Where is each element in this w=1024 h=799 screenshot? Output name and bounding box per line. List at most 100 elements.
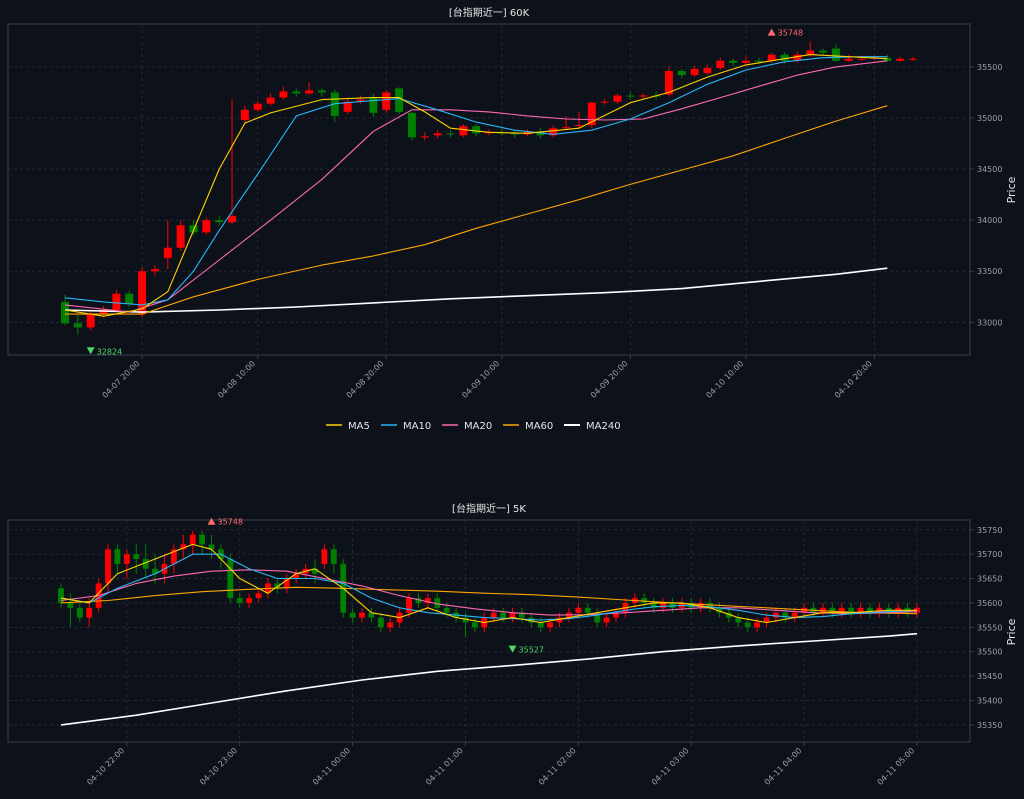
candle-body-5k	[359, 612, 365, 618]
candle-body-60k	[716, 60, 725, 68]
y-axis-label-60k: Price	[1005, 176, 1018, 203]
candle-60k	[86, 310, 95, 331]
candle-5k	[123, 549, 130, 579]
candle-body-60k	[150, 269, 159, 272]
candle-60k	[202, 218, 211, 235]
legend-label-ma10: MA10	[403, 421, 431, 432]
candle-body-5k	[603, 617, 610, 623]
x-tick-label-5k: 04-11 02:00	[537, 746, 578, 787]
y-tick-label-60k: 35000	[977, 114, 1002, 123]
moving-averages-60k	[64, 54, 888, 317]
candle-body-5k	[349, 612, 356, 618]
candle-60k	[690, 65, 699, 78]
candle-60k	[433, 130, 442, 139]
candle-body-5k	[509, 612, 516, 618]
candle-5k	[519, 607, 525, 623]
candle-body-60k	[279, 91, 288, 98]
candle-5k	[236, 593, 243, 608]
candle-body-60k	[433, 133, 442, 136]
ma240-line-60k	[64, 267, 888, 313]
axis-60k: 33000 33500 34000 34500 35000 35500 04-07 20:0…	[101, 63, 1003, 400]
candle-body-60k	[395, 88, 404, 112]
candle-body-60k	[909, 58, 917, 60]
x-tick-label-5k: 04-11 03:00	[650, 746, 691, 787]
candle-body-60k	[305, 90, 314, 94]
candle-5k	[368, 607, 375, 623]
candle-body-60k	[407, 112, 416, 138]
y-tick-label-60k: 35500	[977, 63, 1002, 72]
candle-body-5k	[584, 607, 591, 613]
chart-canvas: [台指期近一] 60K Price 33000 33500 34000 34500 35…	[7, 6, 1018, 787]
x-tick-label-60k: 04-10 20:00	[833, 359, 874, 400]
candle-60k	[677, 68, 686, 79]
legend: MA5 MA10 MA20 MA60 MA240	[326, 421, 621, 432]
candle-body-60k	[819, 50, 828, 53]
candle-body-5k	[293, 573, 300, 579]
x-tick-label-5k: 04-10 22:00	[85, 746, 126, 787]
candle-60k	[163, 220, 172, 270]
candle-body-60k	[857, 58, 866, 60]
candle-5k	[349, 607, 356, 623]
candle-body-60k	[729, 60, 738, 63]
candle-60k	[497, 128, 506, 136]
candle-body-5k	[76, 607, 83, 618]
candle-5k	[76, 602, 83, 623]
candle-60k	[382, 90, 391, 113]
candle-body-5k	[123, 554, 130, 564]
trough-label-60k: 32824	[97, 347, 122, 356]
candle-body-5k	[199, 534, 206, 545]
candle-60k	[574, 111, 583, 129]
candle-body-5k	[330, 549, 337, 564]
candle-body-60k	[677, 70, 686, 76]
x-tick-label-5k: 04-11 01:00	[424, 746, 465, 787]
candle-5k	[424, 593, 431, 608]
candle-5k	[735, 612, 742, 628]
candle-body-60k	[806, 50, 815, 55]
candle-5k	[312, 559, 318, 584]
peak-marker-5k	[207, 517, 216, 525]
y-tick-label-60k: 33500	[977, 267, 1002, 276]
candles-60k	[61, 41, 917, 335]
candle-body-5k	[471, 622, 478, 628]
x-tick-label-5k: 04-11 05:00	[876, 746, 917, 787]
candle-body-5k	[406, 598, 412, 613]
candle-body-60k	[266, 97, 275, 104]
candle-60k	[176, 220, 185, 251]
candle-body-60k	[600, 101, 609, 103]
candle-body-5k	[754, 622, 761, 628]
candle-body-60k	[844, 58, 853, 61]
candle-body-60k	[626, 95, 635, 97]
candle-5k	[208, 534, 215, 560]
candle-body-5k	[321, 549, 328, 564]
candle-5k	[359, 607, 365, 623]
x-tick-label-5k: 04-11 00:00	[311, 746, 352, 787]
axis-5k: 35350 35400 35450 35500 35550 35600 35650 35700…	[85, 526, 1002, 787]
trough-marker-5k	[508, 645, 517, 653]
candle-5k	[754, 617, 761, 633]
candle-body-5k	[537, 622, 544, 628]
candle-body-60k	[420, 136, 429, 138]
candle-60k	[228, 99, 237, 225]
candle-body-5k	[829, 607, 836, 613]
candle-body-5k	[67, 602, 74, 608]
candle-body-60k	[163, 247, 172, 258]
candle-body-5k	[744, 622, 751, 628]
peak-marker-60k	[767, 28, 776, 36]
candle-5k	[791, 607, 798, 623]
candle-5k	[199, 530, 206, 555]
candle-60k	[112, 289, 121, 313]
candle-body-5k	[227, 559, 234, 599]
candle-body-60k	[459, 126, 468, 136]
candle-body-60k	[86, 314, 95, 328]
candle-5k	[67, 593, 74, 628]
candle-body-60k	[215, 220, 224, 223]
candle-body-60k	[741, 60, 750, 63]
candle-5k	[377, 612, 384, 633]
candle-body-60k	[562, 127, 571, 129]
candle-body-60k	[125, 293, 134, 304]
candle-60k	[587, 101, 596, 129]
candle-5k	[509, 607, 516, 623]
candle-60k	[909, 56, 917, 61]
peak-label-60k: 35748	[778, 29, 803, 38]
candle-60k	[73, 314, 82, 335]
